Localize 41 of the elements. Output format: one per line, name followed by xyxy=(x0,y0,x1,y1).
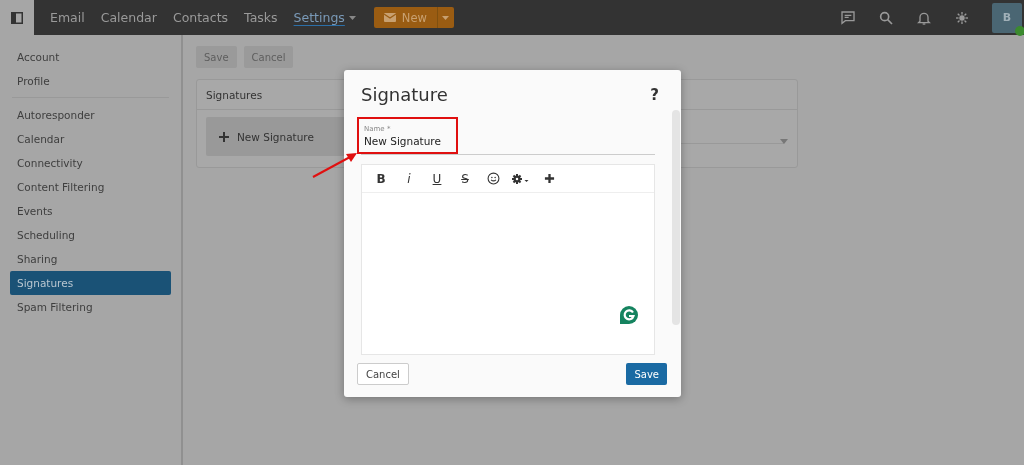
sidebar-item[interactable]: Profile xyxy=(10,69,171,93)
user-avatar[interactable]: B xyxy=(992,2,1022,33)
plus-icon xyxy=(219,131,229,142)
sidebar-item[interactable]: Connectivity xyxy=(10,151,171,175)
sidebar-item[interactable]: Sharing xyxy=(10,247,171,271)
cancel-button[interactable]: Cancel xyxy=(357,363,409,385)
nav-link[interactable]: Settings xyxy=(293,10,356,25)
nav-link[interactable]: Email xyxy=(50,10,85,25)
sidebar-item[interactable]: Events xyxy=(10,199,171,223)
sidebar-item[interactable]: Scheduling xyxy=(10,223,171,247)
plus-icon xyxy=(543,173,555,184)
sidebar-item[interactable]: Content Filtering xyxy=(10,175,171,199)
sidebar-item[interactable]: Signatures xyxy=(10,271,171,295)
format-button[interactable]: U xyxy=(426,168,448,189)
annotation-arrow xyxy=(312,151,358,179)
sun-icon xyxy=(954,9,970,26)
envelope-icon xyxy=(383,13,396,22)
new-signature-card[interactable]: New Signature xyxy=(206,117,346,156)
sidebar-item[interactable]: Spam Filtering xyxy=(10,295,171,319)
sidebar-item[interactable]: Autoresponder xyxy=(10,103,171,127)
name-input[interactable]: New Signature xyxy=(364,135,452,147)
scrollbar[interactable] xyxy=(672,110,680,325)
dialog-title: Signature xyxy=(361,84,448,105)
nav-link[interactable]: Contacts xyxy=(172,10,229,25)
search-icon xyxy=(878,9,894,26)
chat-icon xyxy=(840,9,856,26)
sidebar-toggle[interactable] xyxy=(0,0,34,35)
sidebar-icon xyxy=(11,11,23,24)
help-button[interactable]: ? xyxy=(650,85,659,104)
panel-title: Signatures xyxy=(206,88,263,101)
signature-editor[interactable]: B i U S xyxy=(361,164,655,355)
nav-link[interactable]: Tasks xyxy=(244,10,278,25)
format-button[interactable]: B xyxy=(370,168,392,189)
format-button[interactable]: S xyxy=(454,168,476,189)
sidebar-item[interactable]: Account xyxy=(10,45,171,69)
nav-link[interactable]: Calendar xyxy=(100,10,157,25)
save-button[interactable]: Save xyxy=(626,363,667,385)
sidebar-item[interactable]: Calendar xyxy=(10,127,171,151)
grammar-assistant-icon[interactable] xyxy=(619,305,639,325)
format-button[interactable]: i xyxy=(398,168,420,189)
caret-icon xyxy=(780,139,788,144)
